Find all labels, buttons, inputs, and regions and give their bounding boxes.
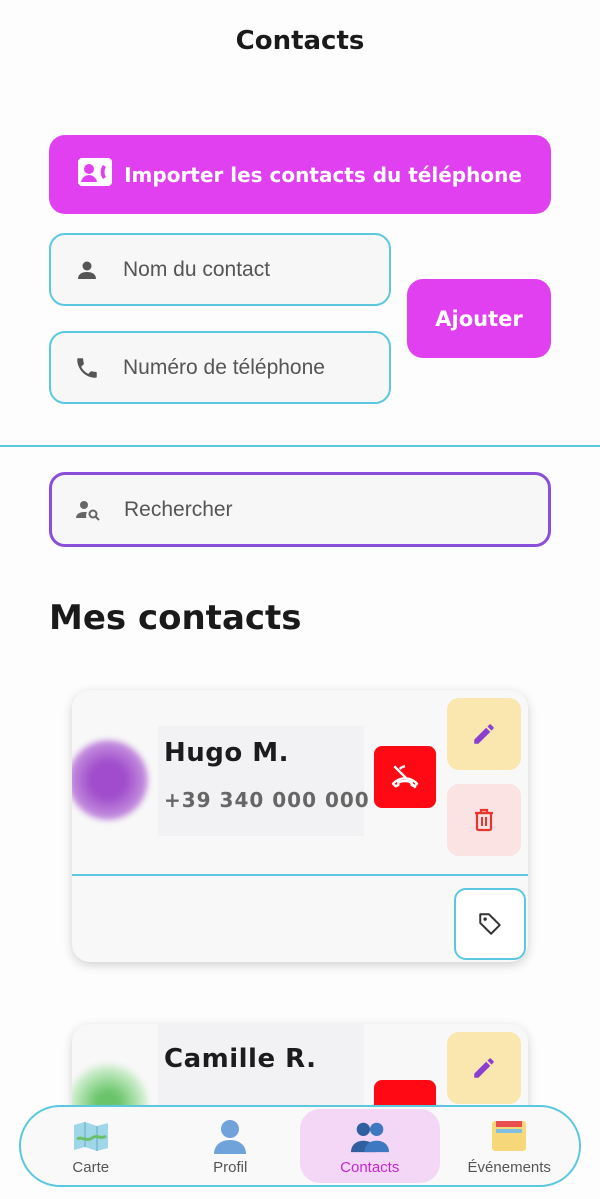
phone-number-placeholder: Numéro de téléphone <box>123 355 325 379</box>
contact-card-icon <box>78 158 124 191</box>
pencil-icon <box>474 724 494 744</box>
contact-phone: +39 340 000 000 <box>164 788 370 812</box>
tag-icon <box>479 913 501 935</box>
nav-label: Événements <box>467 1158 551 1176</box>
pencil-icon <box>474 1058 494 1078</box>
people-icon <box>350 1117 389 1155</box>
phone-off-button[interactable] <box>374 746 436 808</box>
import-contacts-label: Importer les contacts du téléphone <box>124 162 522 187</box>
phone-icon <box>51 355 123 381</box>
nav-item-contacts[interactable]: Contacts <box>300 1109 440 1183</box>
edit-button[interactable] <box>447 1032 521 1104</box>
map-icon <box>72 1117 110 1155</box>
bottom-navigation: Carte Profil Contacts Événements <box>19 1105 581 1187</box>
nav-label: Profil <box>213 1158 248 1176</box>
phone-off-icon <box>391 765 419 789</box>
folder-icon <box>490 1117 528 1155</box>
contact-name-placeholder: Nom du contact <box>123 257 271 281</box>
import-contacts-button[interactable]: Importer les contacts du téléphone <box>49 135 551 214</box>
nav-label: Carte <box>72 1158 110 1176</box>
add-contact-button[interactable]: Ajouter <box>407 279 551 358</box>
nav-item-profil[interactable]: Profil <box>161 1107 301 1185</box>
search-placeholder: Rechercher <box>124 497 233 521</box>
edit-button[interactable] <box>447 698 521 770</box>
person-icon <box>51 258 123 282</box>
tag-button[interactable] <box>454 888 526 960</box>
card-divider <box>72 874 528 876</box>
contact-name-field[interactable]: Nom du contact <box>49 233 391 306</box>
nav-item-carte[interactable]: Carte <box>21 1107 161 1185</box>
phone-number-field[interactable]: Numéro de téléphone <box>49 331 391 404</box>
contact-name: Camille R. <box>164 1044 317 1074</box>
person-icon <box>211 1117 249 1155</box>
delete-button[interactable] <box>447 784 521 856</box>
page-title: Contacts <box>235 26 365 56</box>
avatar <box>72 740 148 820</box>
my-contacts-heading: Mes contacts <box>49 598 302 638</box>
contact-card: Hugo M. +39 340 000 000 <box>72 690 528 962</box>
contact-name: Hugo M. <box>164 738 290 768</box>
nav-label: Contacts <box>340 1158 400 1176</box>
person-search-icon <box>52 498 124 522</box>
nav-item-evenements[interactable]: Événements <box>440 1107 580 1185</box>
section-divider <box>0 445 600 447</box>
trash-icon <box>475 808 493 832</box>
search-input[interactable]: Rechercher <box>49 472 551 547</box>
